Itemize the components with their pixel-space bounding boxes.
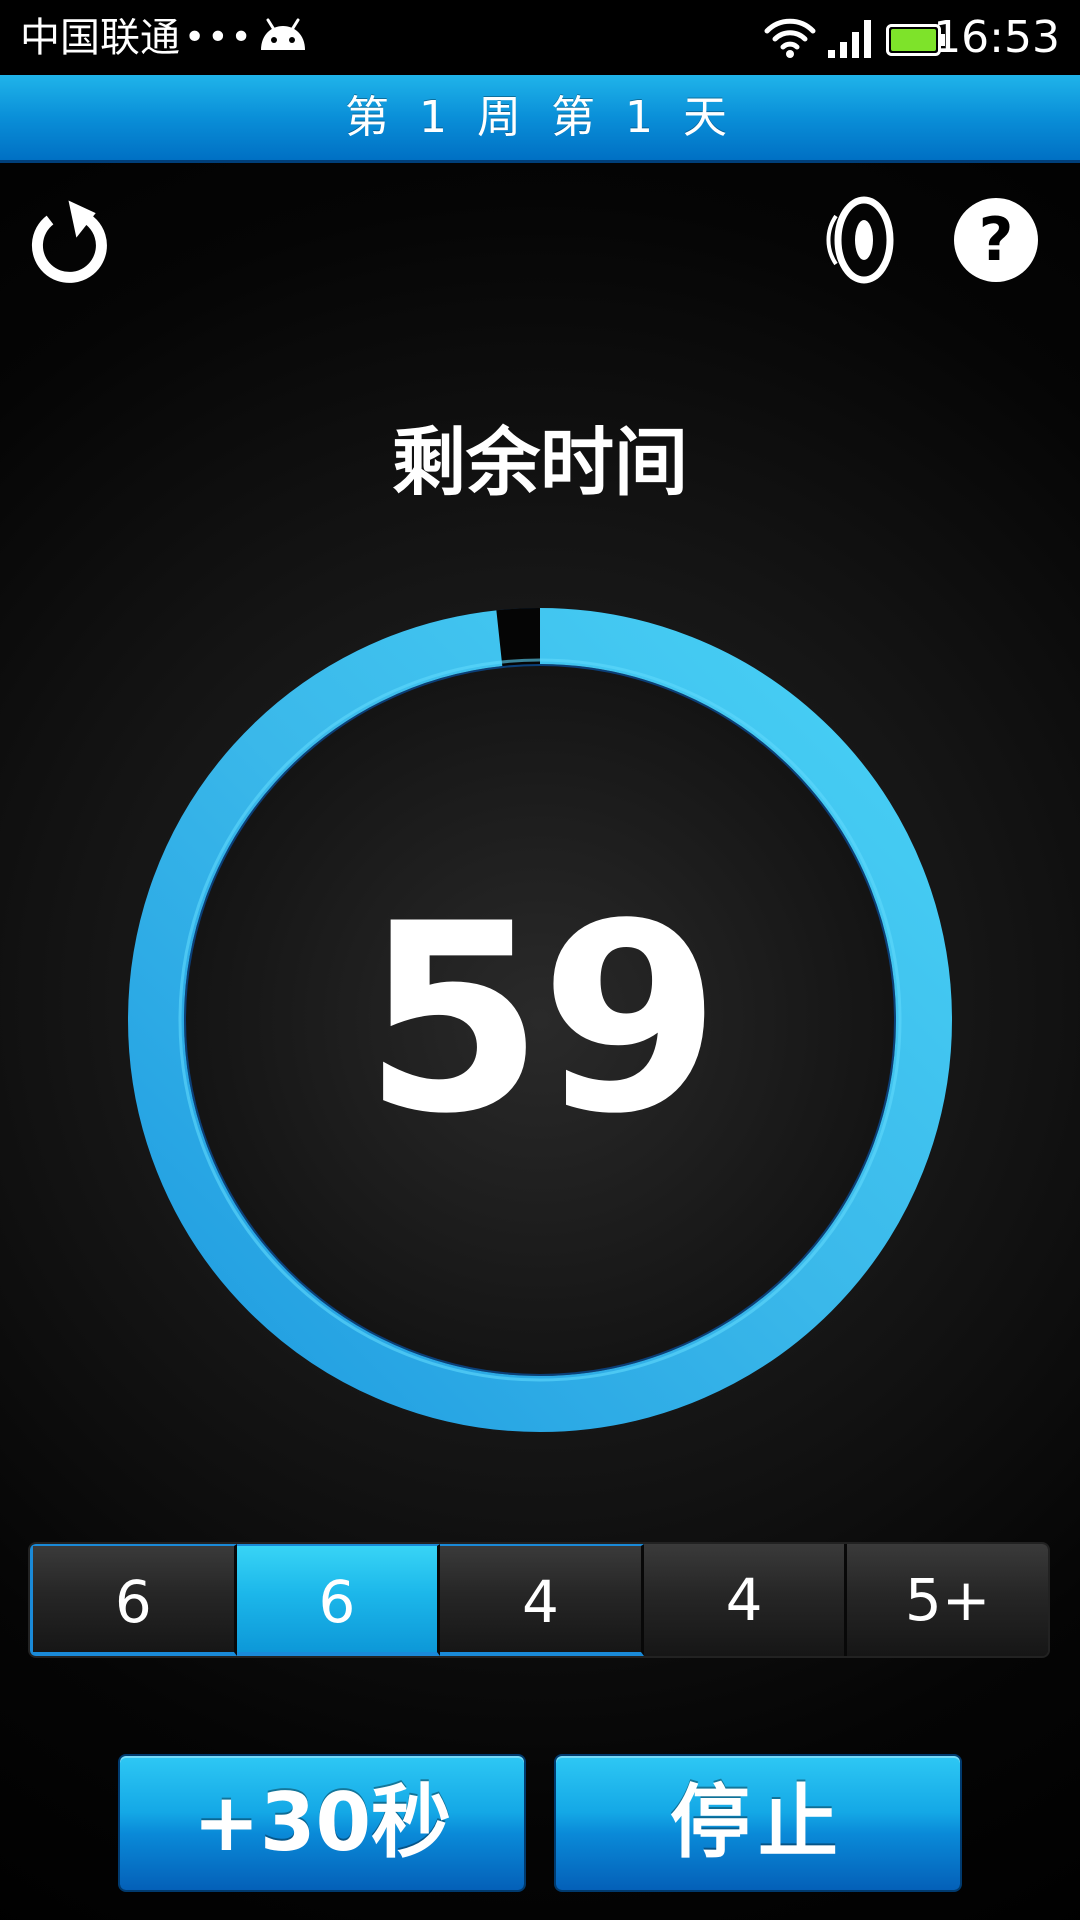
status-time: 16:53: [933, 12, 1060, 63]
segment-1: 6: [30, 1544, 237, 1656]
app-screen: 中国联通 ••• 16:53 第 1 周 第 1 天 ? 剩余时间 59 6 6…: [0, 0, 1080, 1920]
status-bar: 中国联通 ••• 16:53: [0, 0, 1080, 75]
interval-segments: 6 6 4 4 5+: [30, 1544, 1048, 1656]
add-30s-button[interactable]: +30秒: [120, 1756, 524, 1890]
carrier-name: 中国联通: [20, 15, 180, 61]
countdown-value: 59: [363, 869, 721, 1171]
remaining-time-label: 剩余时间: [392, 420, 688, 506]
header-bar: 第 1 周 第 1 天: [0, 75, 1080, 163]
segment-5: 5+: [847, 1544, 1048, 1656]
help-icon[interactable]: ?: [952, 196, 1040, 284]
segment-3: 4: [440, 1544, 644, 1656]
wifi-icon: [764, 18, 816, 58]
svg-text:?: ?: [979, 205, 1014, 275]
reset-icon[interactable]: [30, 196, 116, 286]
android-icon: [261, 18, 305, 50]
stop-button[interactable]: 停止: [556, 1756, 960, 1890]
segment-2: 6: [236, 1544, 441, 1656]
signal-icon: [828, 20, 871, 58]
segment-4: 4: [643, 1544, 848, 1656]
notification-dots: •••: [184, 17, 254, 58]
page-title: 第 1 周 第 1 天: [345, 92, 735, 143]
sound-icon[interactable]: [826, 194, 896, 286]
